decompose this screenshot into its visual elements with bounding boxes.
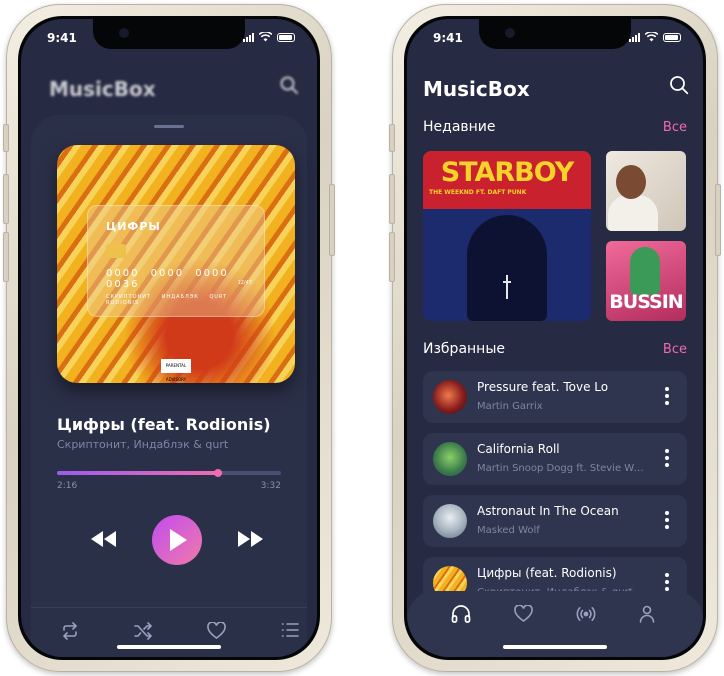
mute-switch bbox=[389, 124, 395, 152]
volume-down-button bbox=[3, 232, 9, 282]
cover-card-names: СКРИПТОНИТ ИНДАБЛЭК QURT RODIONIS bbox=[106, 294, 228, 306]
track-avatar bbox=[433, 442, 467, 476]
heart-icon[interactable] bbox=[514, 604, 533, 626]
cover-card-chip bbox=[106, 244, 126, 258]
album-title: STARBOY bbox=[440, 157, 575, 188]
volume-up-button bbox=[389, 174, 395, 224]
cover-card-number: 0000 0000 0000 0036 bbox=[106, 268, 229, 290]
song-artist: Скриптонит, Индаблэк & qurt bbox=[57, 438, 229, 451]
playback-controls bbox=[31, 515, 307, 565]
screen: 9:41 MusicBox Недавние Все STARBOY THE W… bbox=[404, 16, 706, 660]
favorite-track-item[interactable]: Astronaut In The Ocean Masked Wolf bbox=[423, 495, 687, 547]
status-time: 9:41 bbox=[433, 31, 463, 45]
track-avatar bbox=[433, 380, 467, 414]
more-options-icon[interactable] bbox=[665, 449, 669, 470]
app-title: MusicBox bbox=[423, 77, 530, 101]
search-icon[interactable] bbox=[669, 75, 689, 99]
repeat-icon[interactable] bbox=[61, 622, 79, 644]
play-button[interactable] bbox=[152, 515, 202, 565]
status-bar: 9:41 bbox=[21, 19, 317, 53]
shuffle-icon[interactable] bbox=[134, 622, 153, 644]
total-duration: 3:32 bbox=[260, 481, 281, 491]
elapsed-time: 2:16 bbox=[57, 481, 78, 491]
album-title: BUSSIN bbox=[609, 291, 683, 313]
track-avatar bbox=[433, 504, 467, 538]
recent-album-starboy[interactable]: STARBOY THE WEEKND FT. DAFT PUNK bbox=[423, 151, 591, 321]
home-indicator[interactable] bbox=[503, 645, 607, 649]
volume-down-button bbox=[389, 232, 395, 282]
heart-icon[interactable] bbox=[207, 621, 226, 643]
track-artist: Martin Snoop Dogg ft. Stevie Wonder bbox=[477, 463, 645, 474]
recent-see-all-link[interactable]: Все bbox=[663, 120, 687, 135]
cellular-signal-icon bbox=[629, 32, 640, 42]
progress-fill bbox=[57, 471, 219, 475]
progress-bar[interactable] bbox=[57, 469, 281, 477]
screen: 9:41 MusicBox ЦИФРЫ 0000 0000 0000 0036 … bbox=[18, 16, 320, 660]
cross-pendant-icon bbox=[503, 275, 511, 299]
headphones-icon[interactable] bbox=[451, 605, 471, 627]
cover-card-exp: 12/47 bbox=[237, 280, 252, 286]
profile-icon[interactable] bbox=[639, 605, 655, 627]
mute-switch bbox=[3, 124, 9, 152]
album-subtitle: THE WEEKND FT. DAFT PUNK bbox=[429, 189, 527, 196]
list-icon[interactable] bbox=[281, 622, 299, 642]
rewind-icon[interactable] bbox=[91, 531, 117, 551]
track-title: Pressure feat. Tove Lo bbox=[477, 380, 609, 394]
favorite-track-item[interactable]: Pressure feat. Tove Lo Martin Garrix bbox=[423, 371, 687, 423]
search-icon[interactable] bbox=[279, 75, 299, 99]
play-icon bbox=[170, 529, 187, 551]
sheet-grabber[interactable] bbox=[154, 125, 184, 128]
song-title: Цифры (feat. Rodionis) bbox=[57, 415, 271, 434]
more-options-icon[interactable] bbox=[665, 387, 669, 408]
player-screen: 9:41 MusicBox ЦИФРЫ 0000 0000 0000 0036 … bbox=[21, 19, 317, 657]
track-artist: Masked Wolf bbox=[477, 525, 540, 536]
track-title: Цифры (feat. Rodionis) bbox=[477, 566, 617, 580]
radio-icon[interactable] bbox=[576, 605, 596, 627]
tab-bar bbox=[407, 591, 703, 657]
favorite-track-item[interactable]: California Roll Martin Snoop Dogg ft. St… bbox=[423, 433, 687, 485]
wifi-icon bbox=[645, 32, 658, 42]
home-screen: 9:41 MusicBox Недавние Все STARBOY THE W… bbox=[407, 19, 703, 657]
album-figure bbox=[630, 247, 660, 295]
favorites-see-all-link[interactable]: Все bbox=[663, 342, 687, 357]
track-artist: Martin Garrix bbox=[477, 401, 543, 412]
now-playing-sheet: ЦИФРЫ 0000 0000 0000 0036 12/47 СКРИПТОН… bbox=[31, 115, 307, 657]
fast-forward-icon[interactable] bbox=[237, 531, 263, 551]
power-button bbox=[329, 184, 335, 256]
album-figure-face bbox=[616, 165, 646, 199]
track-title: Astronaut In The Ocean bbox=[477, 504, 619, 518]
album-cover: ЦИФРЫ 0000 0000 0000 0036 12/47 СКРИПТОН… bbox=[57, 145, 295, 383]
recent-album-bussin[interactable]: BUSSIN bbox=[606, 241, 686, 321]
phone-home: 9:41 MusicBox Недавние Все STARBOY THE W… bbox=[389, 4, 721, 672]
status-bar: 9:41 bbox=[407, 19, 703, 53]
recent-section-title: Недавние bbox=[423, 119, 496, 135]
favorites-section-title: Избранные bbox=[423, 341, 505, 357]
wifi-icon bbox=[259, 32, 272, 42]
album-figure bbox=[608, 195, 658, 231]
volume-up-button bbox=[3, 174, 9, 224]
battery-icon bbox=[663, 32, 681, 42]
app-title: MusicBox bbox=[49, 77, 156, 101]
cellular-signal-icon bbox=[243, 32, 254, 42]
cover-credit-card: ЦИФРЫ 0000 0000 0000 0036 12/47 СКРИПТОН… bbox=[87, 205, 265, 317]
progress-handle[interactable] bbox=[214, 469, 223, 477]
more-options-icon[interactable] bbox=[665, 511, 669, 532]
album-figure bbox=[467, 215, 547, 321]
track-title: California Roll bbox=[477, 442, 560, 456]
cover-card-title: ЦИФРЫ bbox=[106, 220, 161, 233]
status-time: 9:41 bbox=[47, 31, 77, 45]
battery-icon bbox=[277, 32, 295, 42]
home-indicator[interactable] bbox=[117, 645, 221, 649]
phone-player: 9:41 MusicBox ЦИФРЫ 0000 0000 0000 0036 … bbox=[3, 4, 335, 672]
power-button bbox=[715, 184, 721, 256]
parental-advisory-label: PARENTAL ADVISORY EXPLICIT CONTENT bbox=[161, 359, 191, 382]
recent-album-2[interactable] bbox=[606, 151, 686, 231]
